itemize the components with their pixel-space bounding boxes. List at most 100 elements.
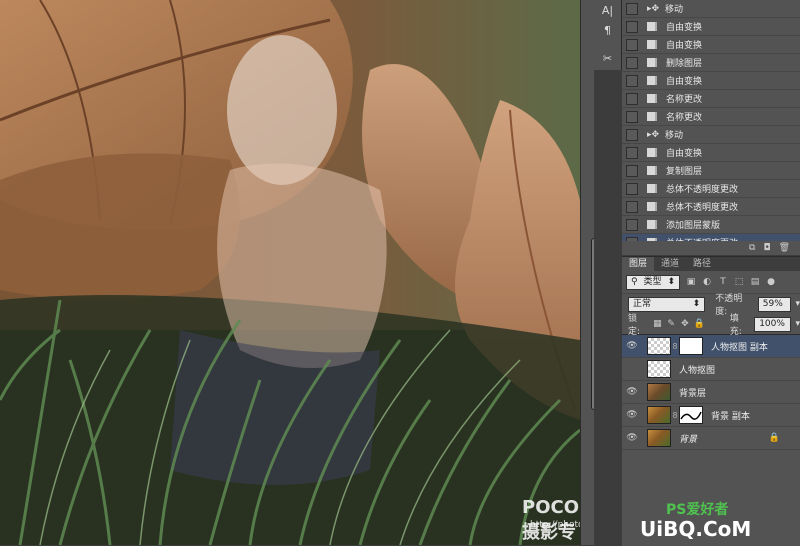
history-item-label: 复制图层	[666, 167, 703, 177]
history-state-icon	[647, 40, 657, 49]
snapshot-camera-icon[interactable]: ◘	[763, 243, 770, 253]
filter-kind-select[interactable]: ⚲ 类型 ⬍	[626, 274, 680, 290]
fill-value: 100%	[759, 318, 785, 329]
layer-row-selected[interactable]: 👁 8 人物抠图 副本	[622, 335, 800, 358]
history-state-icon	[647, 58, 657, 67]
history-state-icon	[647, 22, 657, 31]
fill-dropdown-icon[interactable]: ▾	[795, 319, 800, 329]
layer-row[interactable]: 👁 8 背景 副本	[622, 404, 800, 427]
history-state-icon	[647, 202, 657, 211]
history-item-label: 自由变换	[666, 41, 703, 51]
history-item[interactable]: 复制图层	[622, 162, 800, 180]
history-item[interactable]: 添加图层蒙版	[622, 216, 800, 234]
opacity-input[interactable]: 59%	[757, 296, 792, 312]
history-snapshot-checkbox[interactable]	[626, 20, 638, 33]
filter-toggle-icon[interactable]: ●	[766, 277, 776, 287]
search-icon: ⚲	[631, 276, 638, 287]
history-snapshot-checkbox[interactable]	[626, 74, 638, 87]
history-item[interactable]: 自由变换	[622, 18, 800, 36]
history-item[interactable]: 总体不透明度更改	[622, 180, 800, 198]
history-item[interactable]: ▸✥ 移动	[622, 0, 800, 18]
layer-mask-thumbnail[interactable]	[679, 406, 703, 424]
layer-name: 人物抠图	[679, 365, 716, 376]
layer-thumbnail	[647, 429, 671, 447]
tab-paths[interactable]: 路径	[686, 257, 718, 271]
fill-label: 填充:	[729, 314, 742, 337]
history-state-icon	[647, 148, 657, 157]
mask-link-icon[interactable]: 8	[671, 342, 679, 351]
lock-fill-row: 锁定: ▦ ✎ ✥ 🔒 填充: 100% ▾	[622, 314, 800, 337]
blend-mode-select[interactable]: 正常 ⬍	[628, 296, 706, 312]
history-snapshot-checkbox[interactable]	[626, 164, 638, 177]
trash-icon[interactable]: 🗑	[779, 243, 790, 253]
layer-mask-thumbnail[interactable]	[679, 337, 703, 355]
uibq-watermark: UiBQ.CoM	[640, 517, 752, 541]
layer-name: 背景 副本	[711, 411, 750, 422]
move-tool-icon: ▸✥	[647, 3, 660, 14]
blend-mode-value: 正常	[633, 298, 652, 309]
opacity-value: 59%	[762, 298, 783, 309]
layer-lock-icon: 🔒	[768, 433, 780, 443]
layer-row[interactable]: 👁 背景层	[622, 381, 800, 404]
history-snapshot-checkbox[interactable]	[626, 110, 638, 123]
lock-image-icon[interactable]: ✎	[666, 319, 676, 329]
layer-row[interactable]: 👁 背景 🔒	[622, 427, 800, 450]
history-panel: ▸✥ 移动 自由变换 自由变换 删除图层 自由变换 名称更改 名称更改 ▸✥ 移动 …	[622, 0, 800, 255]
layer-thumbnail	[647, 406, 671, 424]
lock-all-icon[interactable]: 🔒	[694, 319, 705, 329]
tab-channels[interactable]: 通道	[654, 257, 686, 271]
history-item[interactable]: 删除图层	[622, 54, 800, 72]
chevron-down-icon: ⬍	[692, 298, 701, 309]
paragraph-icon[interactable]: ¶	[594, 20, 621, 40]
smart-object-filter-icon[interactable]: ▤	[750, 277, 760, 287]
mask-link-icon[interactable]: 8	[671, 411, 679, 420]
history-snapshot-checkbox[interactable]	[626, 38, 638, 51]
visibility-eye-icon[interactable]: 👁	[625, 433, 639, 443]
history-item-label: 总体不透明度更改	[666, 185, 739, 195]
visibility-eye-icon[interactable]: 👁	[625, 410, 639, 420]
history-item[interactable]: 自由变换	[622, 36, 800, 54]
layer-name: 背景	[679, 434, 698, 445]
ps-watermark: PS爱好者 UiBQ.CoM	[640, 499, 800, 546]
pixel-filter-icon[interactable]: ▣	[686, 277, 696, 287]
tab-layers[interactable]: 图层	[622, 257, 655, 271]
history-snapshot-checkbox[interactable]	[626, 56, 638, 69]
tool-presets-icon[interactable]: ✂	[594, 48, 621, 68]
history-item[interactable]: ▸✥ 移动	[622, 126, 800, 144]
history-state-icon	[647, 112, 657, 121]
history-snapshot-checkbox[interactable]	[626, 218, 638, 231]
filter-kind-value: 类型	[643, 276, 662, 287]
visibility-eye-icon[interactable]: 👁	[625, 387, 639, 397]
history-snapshot-checkbox[interactable]	[626, 146, 638, 159]
document-canvas[interactable]: POCO 摄影专题 http://photo.poco	[0, 0, 580, 545]
adjustment-filter-icon[interactable]: ◐	[702, 277, 712, 287]
history-state-icon	[647, 220, 657, 229]
panel-dock-strip: A| ¶ ✂	[594, 0, 622, 70]
blend-opacity-row: 正常 ⬍ 不透明度: 59% ▾	[622, 294, 800, 317]
history-snapshot-checkbox[interactable]	[626, 200, 638, 213]
canvas-scrollbar[interactable]	[580, 0, 601, 545]
history-item[interactable]: 名称更改	[622, 90, 800, 108]
history-item-label: 名称更改	[666, 113, 703, 123]
lock-position-icon[interactable]: ✥	[680, 319, 690, 329]
layer-row[interactable]: 人物抠图	[622, 358, 800, 381]
history-item[interactable]: 总体不透明度更改	[622, 198, 800, 216]
fill-input[interactable]: 100%	[754, 316, 792, 332]
new-document-from-state-icon[interactable]: ⧉	[749, 243, 755, 253]
history-snapshot-checkbox[interactable]	[626, 128, 638, 141]
character-panel-icon[interactable]: A|	[594, 0, 621, 20]
type-filter-icon[interactable]: T	[718, 277, 728, 287]
history-item[interactable]: 自由变换	[622, 144, 800, 162]
history-snapshot-checkbox[interactable]	[626, 182, 638, 195]
lock-transparent-icon[interactable]: ▦	[653, 319, 663, 329]
visibility-eye-icon[interactable]: 👁	[625, 341, 639, 351]
layer-thumbnail	[647, 360, 671, 378]
history-item-label: 自由变换	[666, 149, 703, 159]
history-snapshot-checkbox[interactable]	[626, 2, 638, 15]
shape-filter-icon[interactable]: ⬚	[734, 277, 744, 287]
opacity-dropdown-icon[interactable]: ▾	[795, 299, 800, 309]
history-item-label: 移动	[665, 5, 684, 15]
history-item[interactable]: 名称更改	[622, 108, 800, 126]
history-snapshot-checkbox[interactable]	[626, 92, 638, 105]
history-item[interactable]: 自由变换	[622, 72, 800, 90]
